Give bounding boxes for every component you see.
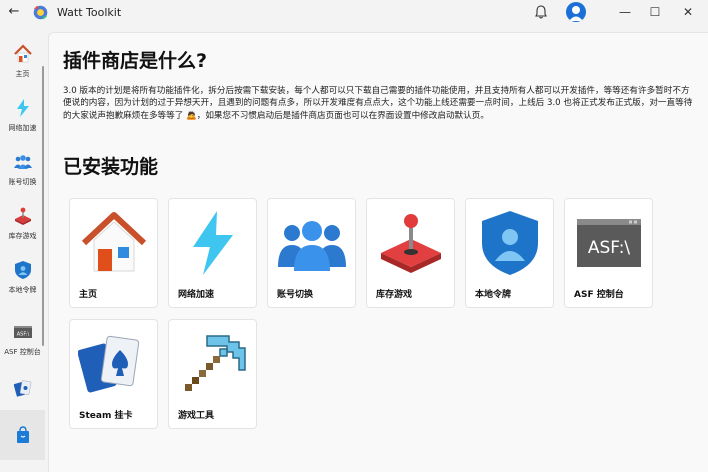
users-icon <box>278 221 346 271</box>
installed-heading: 已安装功能 <box>63 156 159 178</box>
sidebar-item-local-token[interactable]: 本地令牌 <box>0 254 45 306</box>
shield-user-icon <box>14 261 31 279</box>
plugin-card-label: ASF 控制台 <box>574 290 624 300</box>
asf-console-icon: ASF:\ <box>577 219 641 267</box>
home-icon <box>13 44 32 63</box>
sidebar-item-network-accel[interactable]: 网络加速 <box>0 92 45 144</box>
plugin-card-account-switch[interactable]: 账号切换 <box>267 198 356 308</box>
app-logo-icon <box>33 5 48 20</box>
store-bag-icon <box>16 426 29 443</box>
sidebar-scrollbar[interactable] <box>42 66 44 346</box>
sidebar-item-plugin-store[interactable] <box>0 410 45 460</box>
plugin-card-asf-console[interactable]: ASF:\ ASF 控制台 <box>564 198 653 308</box>
plugin-card-home[interactable]: 主页 <box>69 198 158 308</box>
pickaxe-icon <box>185 335 246 391</box>
cards-icon <box>13 380 31 397</box>
sidebar-item-game-library[interactable]: 库存游戏 <box>0 200 45 252</box>
plugin-card-label: 本地令牌 <box>475 290 512 300</box>
svg-text:ASF:\: ASF:\ <box>588 238 631 258</box>
page-title: 插件商店是什么? <box>63 50 208 72</box>
sidebar-item-asf-console[interactable]: ASF:\ ASF 控制台 <box>0 316 45 368</box>
plugin-card-network-accel[interactable]: 网络加速 <box>168 198 257 308</box>
back-arrow-icon[interactable]: ← <box>6 4 22 20</box>
sidebar-item-label: 账号切换 <box>8 178 37 186</box>
sidebar-item-label: 网络加速 <box>8 124 37 132</box>
bell-icon[interactable] <box>533 4 549 20</box>
plugin-card-label: 网络加速 <box>178 290 215 300</box>
lightning-icon <box>193 211 233 275</box>
maximize-button[interactable]: ☐ <box>640 0 670 24</box>
asf-console-icon: ASF:\ <box>13 326 32 338</box>
users-icon <box>13 155 32 169</box>
sidebar-item-account-switch[interactable]: 账号切换 <box>0 146 45 198</box>
joystick-icon <box>381 214 441 273</box>
joystick-icon <box>14 207 31 225</box>
svg-text:ASF:\: ASF:\ <box>16 332 29 338</box>
cards-icon <box>78 335 140 393</box>
avatar[interactable] <box>566 2 586 22</box>
sidebar-item-label: ASF 控制台 <box>4 348 41 356</box>
plugin-card-game-tools[interactable]: 游戏工具 <box>168 319 257 429</box>
sidebar-item-steam-idle[interactable] <box>0 372 45 406</box>
sidebar-item-label: 本地令牌 <box>8 286 37 294</box>
title-bar: ← Watt Toolkit — ☐ ✕ <box>0 0 708 26</box>
main-content: 插件商店是什么? 3.0 版本的计划是将所有功能插件化，拆分后按需下载安装，每个… <box>48 32 708 472</box>
shield-user-icon <box>482 211 538 275</box>
home-icon <box>81 212 147 272</box>
intro-paragraph: 3.0 版本的计划是将所有功能插件化，拆分后按需下载安装，每个人都可以只下载自己… <box>63 86 693 121</box>
plugin-card-label: 账号切换 <box>277 290 314 300</box>
plugin-card-label: 库存游戏 <box>376 290 413 300</box>
plugin-card-local-token[interactable]: 本地令牌 <box>465 198 554 308</box>
plugin-card-label: Steam 挂卡 <box>79 411 133 421</box>
window-title: Watt Toolkit <box>57 6 122 19</box>
sidebar-item-label: 主页 <box>15 70 30 78</box>
close-button[interactable]: ✕ <box>673 0 703 24</box>
lightning-icon <box>16 99 29 117</box>
sidebar-item-home[interactable]: 主页 <box>0 38 45 90</box>
plugin-card-game-library[interactable]: 库存游戏 <box>366 198 455 308</box>
plugin-card-label: 主页 <box>79 290 98 300</box>
plugin-card-steam-idle[interactable]: Steam 挂卡 <box>69 319 158 429</box>
minimize-button[interactable]: — <box>610 0 640 24</box>
plugin-card-label: 游戏工具 <box>178 411 215 421</box>
sidebar: 主页 网络加速 账号切换 库存游戏 本地令牌 ASF:\ ASF 控制台 <box>0 26 45 472</box>
sidebar-item-label: 库存游戏 <box>8 232 37 240</box>
